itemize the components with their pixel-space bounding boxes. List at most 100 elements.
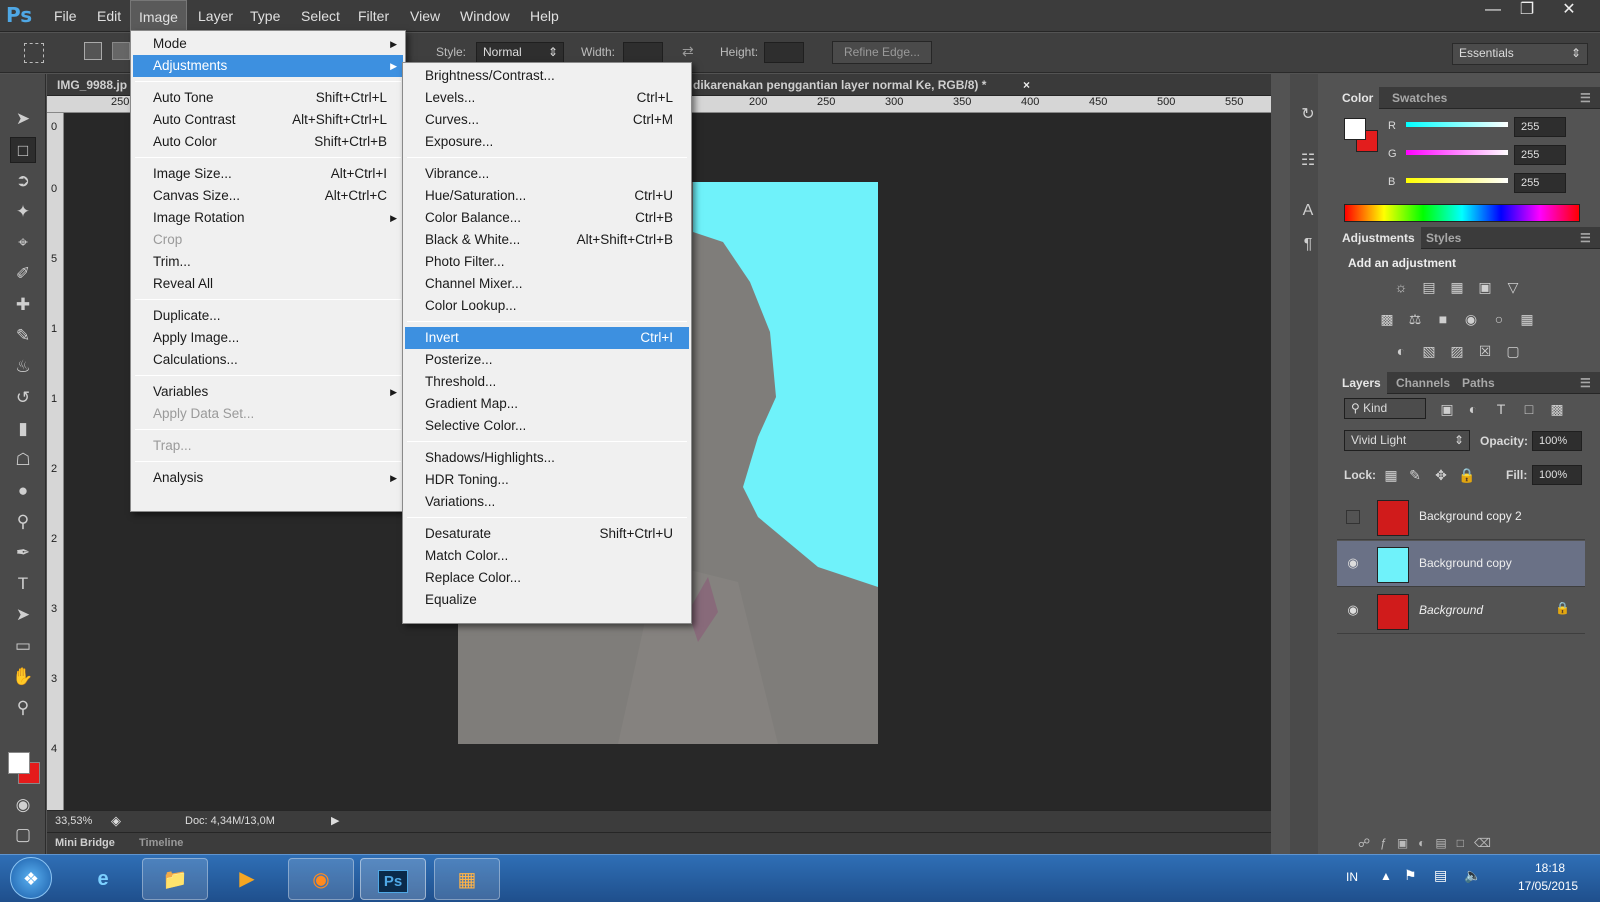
rectangle-tool-icon[interactable]: ▭ [10,633,36,659]
workspace-select[interactable]: Essentials ⇕ [1452,43,1588,65]
zoom-level[interactable]: 33,53% [55,815,92,827]
r-value-input[interactable]: 255 [1514,117,1566,137]
layer-row[interactable]: ◉ Background copy [1337,541,1585,587]
menu-item-levels[interactable]: Levels... Ctrl+L [405,87,689,109]
menu-filter[interactable]: Filter [350,0,397,32]
marquee-tool-preset-icon[interactable] [24,43,44,63]
history-panel-icon[interactable]: ↻ [1297,104,1319,126]
internet-explorer-icon[interactable]: e [70,858,136,900]
gradient-map-icon[interactable]: ☒ [1474,340,1496,362]
menu-item-vibrance[interactable]: Vibrance... [405,163,689,185]
menu-item-auto-color[interactable]: Auto Color Shift+Ctrl+B [133,131,403,153]
document-tab-label[interactable]: IMG_9988.jp [57,74,127,96]
menu-item-desaturate[interactable]: Desaturate Shift+Ctrl+U [405,523,689,545]
layer-row[interactable]: Background copy 2 [1337,494,1585,540]
menu-item-brightness-contrast[interactable]: Brightness/Contrast... [405,65,689,87]
b-value-input[interactable]: 255 [1514,173,1566,193]
dodge-tool-icon[interactable]: ⚲ [10,509,36,535]
menu-item-equalize[interactable]: Equalize [405,589,689,611]
clone-stamp-icon[interactable]: ♨ [10,354,36,380]
blend-mode-select[interactable]: Vivid Light ⇕ [1344,430,1470,451]
document-tab-title[interactable]: dikarenakan penggantian layer normal Ke,… [693,74,986,96]
filter-smart-object-icon[interactable]: ▩ [1546,398,1568,420]
zoom-tool-icon[interactable]: ⚲ [10,695,36,721]
r-slider[interactable] [1406,122,1508,127]
action-center-icon[interactable]: ⚑ [1404,867,1417,884]
magic-wand-icon[interactable]: ✦ [10,199,36,225]
menu-item-color-lookup[interactable]: Color Lookup... [405,295,689,317]
width-input[interactable] [623,42,663,63]
tab-paths[interactable]: Paths [1462,372,1495,394]
color-balance-icon[interactable]: ⚖ [1404,308,1426,330]
selective-color-icon[interactable]: ▢ [1502,340,1524,362]
panel-menu-icon[interactable]: ☰ [1580,87,1591,109]
layers-footer-icons[interactable]: ☍ƒ▣◐▤□⌫ [1358,836,1588,850]
menu-item-duplicate[interactable]: Duplicate... [133,305,403,327]
menu-item-hue-saturation[interactable]: Hue/Saturation... Ctrl+U [405,185,689,207]
menu-item-image-size[interactable]: Image Size... Alt+Ctrl+I [133,163,403,185]
color-lookup-icon[interactable]: ▦ [1516,308,1538,330]
start-button[interactable]: ❖ [10,857,52,899]
tab-mini-bridge[interactable]: Mini Bridge [55,837,115,849]
layer-name[interactable]: Background copy 2 [1419,509,1522,523]
tab-adjustments[interactable]: Adjustments [1336,227,1421,249]
close-icon[interactable]: ✕ [1550,0,1588,22]
menu-window[interactable]: Window [452,0,518,32]
exposure-adjust-icon[interactable]: ▣ [1474,276,1496,298]
color-spectrum[interactable] [1344,204,1580,222]
crop-tool-icon[interactable]: ⌖ [10,230,36,256]
posterize-icon[interactable]: ▧ [1418,340,1440,362]
fill-input[interactable]: 100% [1532,465,1582,485]
threshold-icon[interactable]: ▨ [1446,340,1468,362]
eraser-icon[interactable]: ▮ [10,416,36,442]
new-selection-icon[interactable] [84,42,102,60]
add-selection-icon[interactable] [112,42,130,60]
filter-adjustment-icon[interactable]: ◐ [1462,398,1484,420]
presentation-app-icon[interactable]: ▦ [434,858,500,900]
menu-help[interactable]: Help [522,0,567,32]
foreground-color-chip[interactable] [1344,118,1366,140]
photo-filter-icon[interactable]: ◉ [1460,308,1482,330]
language-indicator[interactable]: IN [1346,870,1358,884]
menu-item-calculations[interactable]: Calculations... [133,349,403,371]
swap-icon[interactable]: ⇄ [682,43,694,60]
screen-mode-icon[interactable]: ▢ [10,822,36,848]
eye-icon[interactable]: ◉ [1343,555,1363,573]
menu-item-match-color[interactable]: Match Color... [405,545,689,567]
lock-image-icon[interactable]: ✎ [1404,464,1426,486]
document-tab-close-icon[interactable]: × [1023,74,1030,96]
height-input[interactable] [764,42,804,63]
menu-item-canvas-size[interactable]: Canvas Size... Alt+Ctrl+C [133,185,403,207]
menu-layer[interactable]: Layer [190,0,241,32]
menu-item-variations[interactable]: Variations... [405,491,689,513]
tab-timeline[interactable]: Timeline [139,837,183,849]
menu-item-replace-color[interactable]: Replace Color... [405,567,689,589]
channel-mixer-icon[interactable]: ○ [1488,308,1510,330]
clock-time[interactable]: 18:18 [1510,861,1590,875]
restore-icon[interactable]: ❐ [1508,0,1546,22]
menu-select[interactable]: Select [293,0,348,32]
curves-adjust-icon[interactable]: ▦ [1446,276,1468,298]
menu-item-threshold[interactable]: Threshold... [405,371,689,393]
minimize-icon[interactable]: — [1474,0,1512,22]
hue-saturation-icon[interactable]: ▩ [1376,308,1398,330]
g-slider[interactable] [1406,150,1508,155]
menu-item-image-rotation[interactable]: Image Rotation ▶ [133,207,403,229]
hand-tool-icon[interactable]: ✋ [10,664,36,690]
opacity-input[interactable]: 100% [1532,431,1582,451]
layer-row[interactable]: ◉ Background 🔒 [1337,588,1585,634]
menu-type[interactable]: Type [242,0,288,32]
panel-menu-icon[interactable]: ☰ [1580,372,1591,394]
eyedropper-icon[interactable]: ✐ [10,261,36,287]
menu-edit[interactable]: Edit [89,0,129,32]
menu-item-selective-color[interactable]: Selective Color... [405,415,689,437]
tab-styles[interactable]: Styles [1426,227,1461,249]
blur-tool-icon[interactable]: ● [10,478,36,504]
tab-color[interactable]: Color [1336,87,1380,109]
menu-image[interactable]: Image [130,0,187,32]
style-select[interactable]: Normal ⇕ [476,42,564,63]
invert-adjust-icon[interactable]: ◐ [1390,340,1412,362]
menu-item-posterize[interactable]: Posterize... [405,349,689,371]
layer-name[interactable]: Background [1419,603,1483,617]
menu-file[interactable]: File [46,0,85,32]
